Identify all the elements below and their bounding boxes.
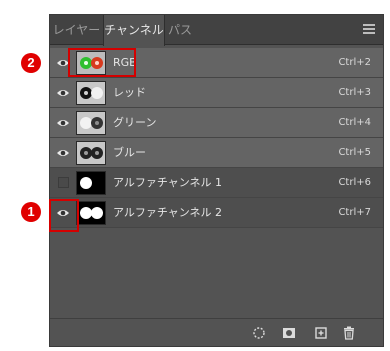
save-selection-icon[interactable] — [282, 326, 296, 340]
channel-row-green[interactable]: グリーン Ctrl+4 — [50, 108, 383, 138]
channel-thumbnail — [76, 141, 106, 165]
eye-icon[interactable] — [56, 86, 70, 100]
annotation-badge-1: 1 — [21, 202, 41, 222]
channel-thumbnail — [76, 81, 106, 105]
channel-row-red[interactable]: レッド Ctrl+3 — [50, 78, 383, 108]
channel-thumbnail — [76, 201, 106, 225]
channel-name: グリーン — [113, 116, 157, 129]
panel-tab-bar: レイヤー チャンネル パス — [50, 15, 383, 46]
channel-shortcut: Ctrl+7 — [338, 207, 371, 218]
eye-icon[interactable] — [56, 116, 70, 130]
channel-name: アルファチャンネル 1 — [113, 176, 223, 189]
panel-menu-icon[interactable] — [363, 24, 375, 34]
visibility-toggle[interactable] — [58, 177, 69, 188]
channel-name: ブルー — [113, 146, 146, 159]
channel-shortcut: Ctrl+4 — [338, 117, 371, 128]
rgb-thumbnail-highlight — [68, 48, 136, 77]
channel-name: アルファチャンネル 2 — [113, 206, 223, 219]
channel-shortcut: Ctrl+2 — [338, 57, 371, 68]
tab-channels[interactable]: チャンネル — [103, 15, 165, 46]
channel-list-empty-area — [50, 229, 383, 319]
channel-name: レッド — [113, 86, 146, 99]
load-selection-icon[interactable] — [252, 326, 266, 340]
tab-paths[interactable]: パス — [165, 15, 195, 45]
channel-row-blue[interactable]: ブルー Ctrl+5 — [50, 138, 383, 168]
panel-footer — [50, 318, 383, 346]
channel-thumbnail — [76, 111, 106, 135]
tab-layers[interactable]: レイヤー — [50, 15, 103, 45]
channel-row-alpha-2[interactable]: アルファチャンネル 2 Ctrl+7 — [50, 198, 383, 228]
channel-shortcut: Ctrl+6 — [338, 177, 371, 188]
channel-row-alpha-1[interactable]: アルファチャンネル 1 Ctrl+6 — [50, 168, 383, 198]
alpha-2-eye-highlight — [49, 199, 79, 232]
annotation-badge-2: 2 — [21, 53, 41, 73]
screenshot-stage: レイヤー チャンネル パス RGB Ctrl+2 レッド Ctrl+3 グリーン… — [0, 0, 390, 351]
delete-channel-icon[interactable] — [342, 326, 356, 340]
channel-shortcut: Ctrl+3 — [338, 87, 371, 98]
channel-shortcut: Ctrl+5 — [338, 147, 371, 158]
eye-icon[interactable] — [56, 146, 70, 160]
new-channel-icon[interactable] — [314, 326, 328, 340]
channel-thumbnail — [76, 171, 106, 195]
